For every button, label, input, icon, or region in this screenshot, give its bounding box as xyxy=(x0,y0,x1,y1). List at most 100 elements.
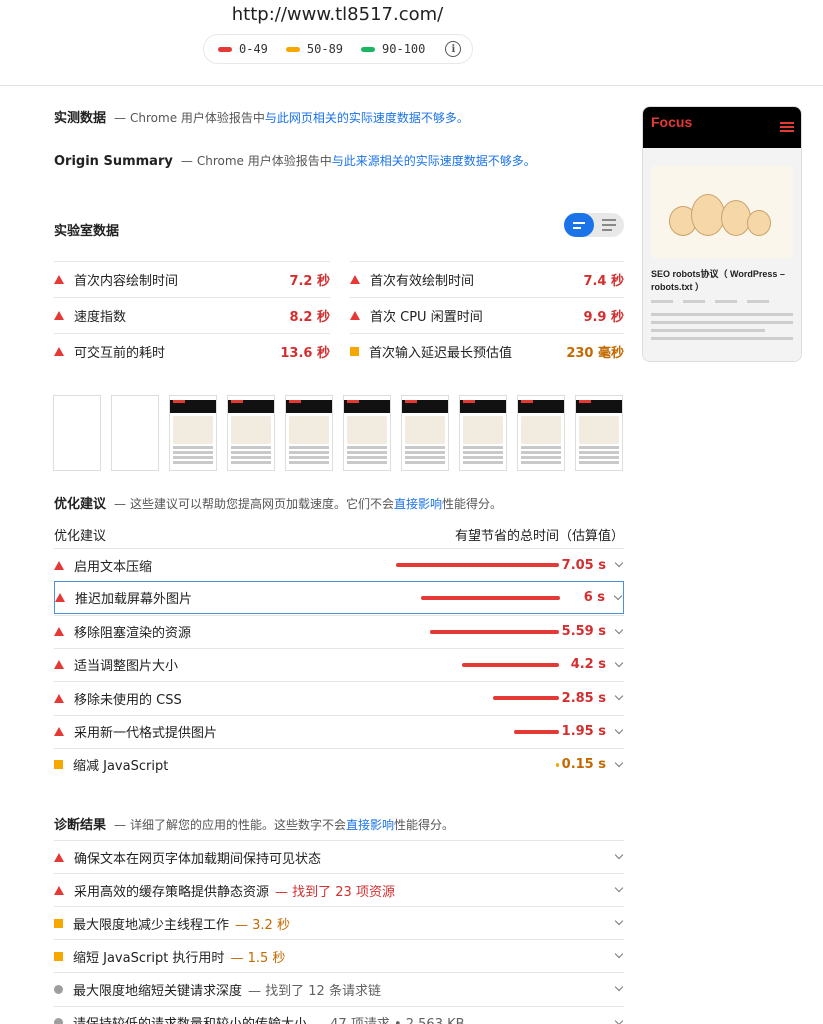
diagnostic-row[interactable]: 最大限度地减少主线程工作 — 3.2 秒 xyxy=(54,906,624,939)
metric-tti: 可交互前的耗时 13.6 秒 xyxy=(54,333,330,369)
origin-summary-link[interactable]: 与此来源相关的实际速度数据不够多。 xyxy=(332,154,536,168)
filmstrip-frame xyxy=(517,395,565,471)
opportunity-row[interactable]: 启用文本压缩 7.05 s xyxy=(54,548,624,581)
savings-bar xyxy=(429,629,559,634)
fail-icon xyxy=(350,311,360,320)
chevron-down-icon[interactable] xyxy=(614,950,624,959)
fail-icon xyxy=(54,275,64,284)
chevron-down-icon[interactable] xyxy=(614,691,624,701)
field-data-link[interactable]: 与此网页相关的实际速度数据不够多。 xyxy=(265,111,469,125)
score-legend: 0-49 50-89 90-100 i xyxy=(203,34,473,64)
fail-icon xyxy=(54,885,64,895)
chevron-down-icon[interactable] xyxy=(614,983,624,992)
filmstrip-frame xyxy=(285,395,333,471)
expanded-view-icon[interactable] xyxy=(594,213,624,237)
opportunity-row[interactable]: 推迟加载屏幕外图片 6 s xyxy=(54,581,624,615)
savings-value: 1.95 s xyxy=(561,724,606,739)
fail-icon xyxy=(54,311,64,320)
chevron-down-icon[interactable] xyxy=(614,625,624,634)
savings-bar xyxy=(421,596,560,601)
opportunity-row[interactable]: 移除未使用的 CSS 2.85 s xyxy=(54,681,624,714)
diagnostic-row[interactable]: 采用高效的缓存策略提供静态资源 — 找到了 23 项资源 xyxy=(54,873,624,906)
savings-bar xyxy=(396,563,559,567)
column-savings: 有望节省的总时间（估算值） xyxy=(454,529,624,544)
chevron-down-icon[interactable] xyxy=(614,758,624,768)
opportunity-name: 推迟加载屏幕外图片 xyxy=(75,592,193,608)
view-toggle[interactable] xyxy=(564,213,624,237)
filmstrip-frame xyxy=(401,395,449,471)
chevron-down-icon[interactable] xyxy=(614,883,624,893)
diagnostic-name: 请保持较低的请求数量和较小的传输大小 xyxy=(73,1013,307,1024)
diagnostic-row[interactable]: 缩短 JavaScript 执行用时 — 1.5 秒 xyxy=(54,939,624,972)
savings-bar xyxy=(493,696,559,701)
chevron-down-icon[interactable] xyxy=(614,658,624,668)
opportunity-name: 移除阻塞渲染的资源 xyxy=(74,626,192,642)
opportunities-header: 优化建议 — 这些建议可以帮助您提高网页加载速度。它们不会直接影响性能得分。 xyxy=(54,497,503,512)
savings-value: 4.2 s xyxy=(570,657,606,673)
diagnostics-title: 诊断结果 xyxy=(54,818,107,833)
filmstrip-frame xyxy=(575,395,623,471)
page-url: http://www.tl8517.com/ xyxy=(231,4,444,25)
savings-bar xyxy=(461,662,559,667)
metric-fmp: 首次有效绘制时间 7.4 秒 xyxy=(350,261,624,297)
field-data-title: 实测数据 xyxy=(54,111,107,126)
fail-icon xyxy=(54,560,64,570)
chevron-down-icon[interactable] xyxy=(614,558,624,568)
opportunity-name: 启用文本压缩 xyxy=(74,559,153,575)
info-icon[interactable]: i xyxy=(445,41,462,57)
average-icon xyxy=(54,918,63,928)
chevron-down-icon[interactable] xyxy=(614,725,624,734)
metric-input-latency: 首次输入延迟最长预估值 230 毫秒 xyxy=(350,333,624,369)
diagnostic-row[interactable]: 确保文本在网页字体加载期间保持可见状态 xyxy=(54,840,624,873)
opportunity-name: 适当调整图片大小 xyxy=(74,659,179,675)
savings-value: 7.05 s xyxy=(561,557,606,573)
filmstrip-frame xyxy=(53,395,101,471)
origin-summary-row: Origin Summary — Chrome 用户体验报告中与此来源相关的实际速度… xyxy=(54,154,536,169)
opportunity-row[interactable]: 移除阻塞渲染的资源 5.59 s xyxy=(54,614,624,648)
savings-value: 0.15 s xyxy=(561,757,606,773)
diagnostic-detail: — 1.5 秒 xyxy=(230,950,286,966)
opportunity-row[interactable]: 采用新一代格式提供图片 1.95 s xyxy=(54,714,624,748)
fail-icon xyxy=(350,275,360,284)
lab-data-title: 实验室数据 xyxy=(54,224,120,239)
fail-icon xyxy=(54,727,64,736)
opportunity-name: 缩减 JavaScript xyxy=(73,759,169,775)
direct-impact-link[interactable]: 直接影响 xyxy=(394,497,442,511)
article-title: SEO robots协议（ WordPress – robots.txt ） xyxy=(651,269,785,292)
filmstrip-frame xyxy=(343,395,391,471)
diagnostic-row[interactable]: 最大限度地缩短关键请求深度 — 找到了 12 条请求链 xyxy=(54,972,624,1005)
report-header: http://www.tl8517.com/ 0-49 50-89 90-100… xyxy=(0,0,823,86)
chevron-down-icon[interactable] xyxy=(614,1016,624,1024)
direct-impact-link[interactable]: 直接影响 xyxy=(346,818,394,832)
fail-icon xyxy=(55,593,65,603)
average-icon xyxy=(54,760,63,770)
legend-item-fail: 0-49 xyxy=(218,42,268,56)
legend-item-average: 50-89 xyxy=(285,42,343,56)
site-logo: Focus xyxy=(651,114,693,130)
metric-cpu-idle: 首次 CPU 闲置时间 9.9 秒 xyxy=(350,297,624,333)
chevron-down-icon[interactable] xyxy=(614,850,624,860)
origin-summary-title: Origin Summary xyxy=(54,154,173,169)
diagnostic-detail: — 3.2 秒 xyxy=(235,917,290,933)
filmstrip-frame xyxy=(227,395,275,471)
opportunity-row[interactable]: 缩减 JavaScript 0.15 s xyxy=(54,747,624,781)
filmstrip-frame xyxy=(111,395,159,471)
diagnostic-row[interactable]: 请保持较低的请求数量和较小的传输大小 — 47 项请求 • 2,563 KB xyxy=(54,1005,624,1024)
diagnostic-name: 缩短 JavaScript 执行用时 xyxy=(73,950,225,966)
average-icon xyxy=(54,951,63,961)
diagnostic-name: 确保文本在网页字体加载期间保持可见状态 xyxy=(74,851,322,867)
filmstrip-frame xyxy=(169,395,217,471)
opportunity-row[interactable]: 适当调整图片大小 4.2 s xyxy=(54,647,624,681)
metric-speed-index: 速度指数 8.2 秒 xyxy=(54,297,330,333)
hamburger-menu-icon xyxy=(780,122,794,134)
article-illustration xyxy=(651,166,793,258)
chevron-down-icon[interactable] xyxy=(613,592,623,601)
fail-icon xyxy=(54,660,64,670)
compact-view-icon[interactable] xyxy=(564,213,594,237)
savings-bar xyxy=(513,729,559,734)
fail-icon xyxy=(54,693,64,703)
column-opportunity: 优化建议 xyxy=(54,529,107,544)
savings-value: 5.59 s xyxy=(561,624,606,640)
chevron-down-icon[interactable] xyxy=(614,916,624,926)
savings-value: 2.85 s xyxy=(561,690,606,706)
